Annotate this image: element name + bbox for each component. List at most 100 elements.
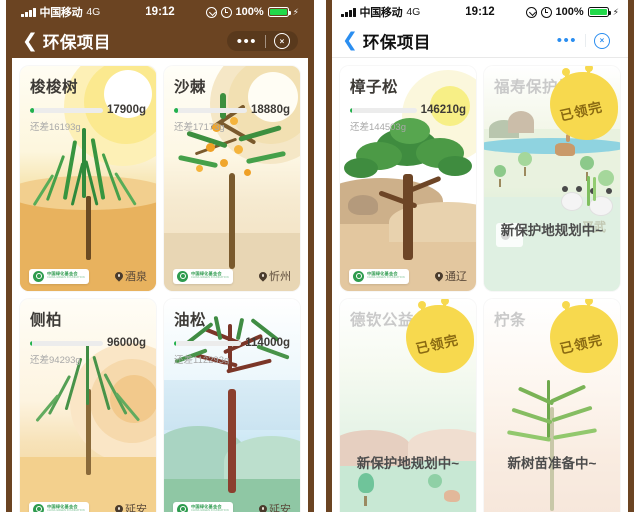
progress-bar (350, 107, 417, 113)
network-type-label: 4G (86, 6, 101, 18)
card-footer: 中国绿化基金会 CHINA GREEN FOUNDATION 延安 (164, 501, 300, 512)
network-type-label: 4G (406, 6, 421, 18)
card-title: 油松 (174, 312, 207, 329)
location-tag: 延安 (259, 501, 291, 512)
back-button[interactable]: ❮ (342, 31, 358, 50)
card-header: 油松 114000g 还差112293g (164, 299, 300, 366)
nav-bar-right: ❮ 环保项目 ••• × (332, 24, 628, 58)
sponsor-logo: 中国绿化基金会 CHINA GREEN FOUNDATION (29, 501, 89, 512)
location-label: 酒泉 (125, 271, 147, 283)
progress-row: 96000g (30, 337, 146, 349)
card-footer: 中国绿化基金会 CHINA GREEN FOUNDATION 忻州 (164, 268, 300, 284)
card-caption: 新保护地规划中~ (356, 456, 460, 471)
remaining-label: 还差17173g (174, 122, 225, 133)
left-phone: 中国移动 4G 19:12 100% ⚡ ❮ 环保项目 ••• × 梭梭树 17… (0, 0, 320, 512)
alarm-clock-icon (540, 6, 552, 18)
nav-actions: ••• × (547, 31, 618, 51)
carrier-label: 中国移动 (359, 7, 403, 19)
card-header: 沙棘 18880g 还差17173g (164, 66, 300, 133)
sold-out-badge: 已领完 (540, 299, 620, 381)
signal-bars-icon (341, 7, 356, 17)
location-tag: 延安 (115, 501, 147, 512)
location-tag: 忻州 (259, 268, 291, 284)
location-arrow-icon (205, 6, 217, 18)
location-pin-icon (259, 505, 267, 512)
weight-label: 18880g (250, 104, 290, 116)
charging-bolt-icon: ⚡ (612, 6, 619, 17)
nav-bar-left: ❮ 环保项目 ••• × (12, 24, 308, 58)
progress-row: 17900g (30, 104, 146, 116)
status-bar-right: 中国移动 4G 19:12 100% ⚡ (332, 0, 628, 24)
weight-label: 114000g (245, 337, 290, 349)
progress-row: 146210g (350, 104, 466, 116)
remaining-label: 还差16193g (30, 122, 81, 133)
remaining-label: 还差112293g (174, 355, 230, 366)
nav-divider (585, 34, 586, 47)
remaining-label: 还差144503g (350, 122, 406, 133)
card-caption: 新保护地规划中~ (500, 223, 604, 238)
battery-percent-label: 100% (555, 6, 584, 18)
nav-actions: ••• × (226, 31, 298, 51)
location-pin-icon (259, 272, 267, 280)
progress-row: 114000g (174, 337, 290, 349)
location-label: 延安 (269, 504, 291, 512)
carrier-label: 中国移动 (39, 7, 83, 19)
location-pin-icon (115, 505, 123, 512)
weight-label: 146210g (420, 104, 466, 116)
project-card[interactable]: 德钦公益保护地 已领完 新保护地规划中~ (340, 299, 476, 512)
charging-bolt-icon: ⚡ (292, 6, 299, 17)
progress-row: 18880g (174, 104, 290, 116)
battery-icon (587, 6, 611, 18)
nav-divider (265, 34, 266, 48)
location-pin-icon (115, 272, 123, 280)
card-header: 梭梭树 17900g 还差16193g (20, 66, 156, 133)
project-card[interactable]: 福寿保护地 已领完 平武 ····· 新保护地规划中~ (484, 66, 620, 291)
close-icon[interactable]: × (274, 33, 290, 49)
more-options-icon[interactable]: ••• (229, 34, 265, 49)
project-card[interactable]: 樟子松 146210g 还差144503g 中国绿化基金会 CHINA GREE… (340, 66, 476, 291)
project-card[interactable]: 柠条 已领完 新树苗准备中~ (484, 299, 620, 512)
battery-icon (267, 6, 291, 18)
sponsor-logo: 中国绿化基金会 CHINA GREEN FOUNDATION (173, 501, 233, 512)
alarm-clock-icon (220, 6, 232, 18)
back-button[interactable]: ❮ (22, 32, 38, 51)
card-header: 侧柏 96000g 还差94293g (20, 299, 156, 366)
project-card[interactable]: 油松 114000g 还差112293g 中国绿化基金会 CHINA GREEN… (164, 299, 300, 512)
foundation-mark-icon (33, 270, 44, 282)
sponsor-logo: 中国绿化基金会 CHINA GREEN FOUNDATION (173, 268, 233, 284)
location-label: 忻州 (269, 271, 291, 283)
card-title: 樟子松 (350, 79, 399, 96)
card-footer: 中国绿化基金会 CHINA GREEN FOUNDATION 通辽 (340, 268, 476, 284)
page-title: 环保项目 (42, 34, 111, 52)
project-card[interactable]: 梭梭树 17900g 还差16193g 中国绿化基金会 CHINA GREEN … (20, 66, 156, 291)
project-card[interactable]: 侧柏 96000g 还差94293g 中国绿化基金会 CHINA GREEN F… (20, 299, 156, 512)
sponsor-logo: 中国绿化基金会 CHINA GREEN FOUNDATION (349, 268, 409, 284)
weight-label: 96000g (106, 337, 146, 349)
progress-bar (30, 340, 103, 346)
weight-label: 17900g (106, 104, 146, 116)
foundation-mark-icon (177, 270, 188, 282)
location-label: 延安 (125, 504, 147, 512)
close-icon[interactable]: × (594, 32, 610, 49)
card-title: 沙棘 (174, 79, 207, 96)
location-tag: 通辽 (435, 268, 467, 284)
card-footer: 中国绿化基金会 CHINA GREEN FOUNDATION 延安 (20, 501, 156, 512)
brand-sub: CHINA GREEN FOUNDATION (367, 276, 405, 280)
battery-percent-label: 100% (235, 6, 264, 18)
sold-out-badge: 已领完 (396, 299, 476, 381)
status-bar-left: 中国移动 4G 19:12 100% ⚡ (12, 0, 308, 24)
signal-bars-icon (21, 7, 36, 17)
card-caption: 新树苗准备中~ (507, 456, 597, 471)
dual-phone-screenshot: 中国移动 4G 19:12 100% ⚡ ❮ 环保项目 ••• × 梭梭树 17… (0, 0, 640, 512)
location-label: 通辽 (445, 271, 467, 283)
progress-bar (174, 107, 247, 113)
right-phone: 中国移动 4G 19:12 100% ⚡ ❮ 环保项目 ••• × 樟子松 14… (320, 0, 640, 512)
more-options-icon[interactable]: ••• (549, 33, 585, 48)
card-header: 樟子松 146210g 还差144503g (340, 66, 476, 133)
project-card[interactable]: 沙棘 18880g 还差17173g 中国绿化基金会 CHINA GREEN F… (164, 66, 300, 291)
brand-sub: CHINA GREEN FOUNDATION (47, 276, 85, 280)
foundation-mark-icon (33, 503, 44, 512)
project-grid-right: 樟子松 146210g 还差144503g 中国绿化基金会 CHINA GREE… (332, 58, 628, 512)
progress-bar (174, 340, 242, 346)
card-title: 梭梭树 (30, 79, 79, 96)
